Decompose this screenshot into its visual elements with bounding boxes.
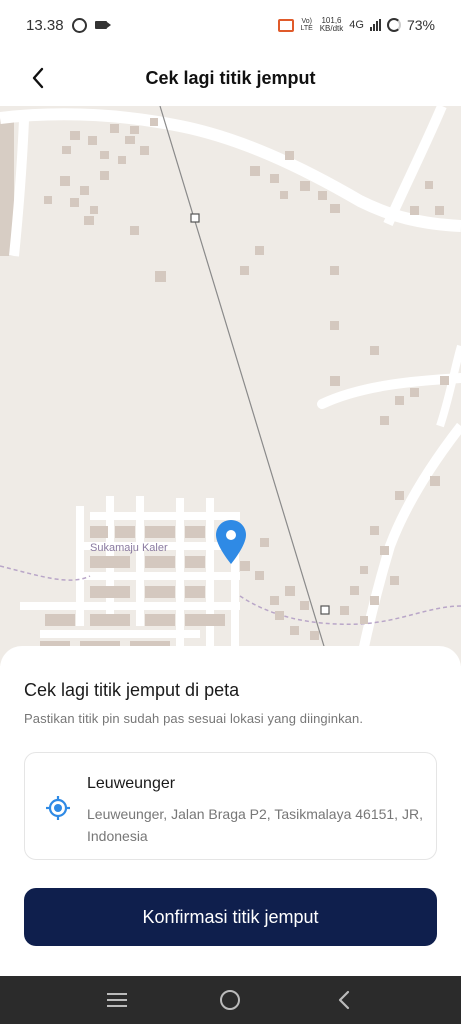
map-canvas: Sukamaju Kaler	[0, 106, 461, 666]
home-circle-icon	[220, 990, 241, 1010]
network-type: 4G	[349, 19, 364, 31]
home-button[interactable]	[206, 980, 254, 1020]
recent-apps-button[interactable]	[93, 980, 141, 1020]
location-address: Leuweunger, Jalan Braga P2, Tasikmalaya …	[87, 806, 423, 844]
net-speed: 101,6 KB/dtk	[320, 17, 344, 33]
page-title: Cek lagi titik jemput	[145, 67, 316, 88]
map-road	[436, 344, 461, 428]
chevron-left-icon	[339, 990, 350, 1010]
menu-icon	[106, 993, 127, 1007]
location-name: Leuweunger	[87, 775, 176, 792]
signal-icon	[369, 19, 381, 31]
map-view[interactable]: Sukamaju Kaler	[0, 106, 461, 666]
status-bar: 13.38 Vo) LTE 101,6 KB/dtk 4G 73%	[0, 0, 461, 50]
net-speed-unit: KB/dtk	[319, 24, 344, 33]
sheet-subtitle: Pastikan titik pin sudah pas sesuai loka…	[24, 711, 364, 726]
gps-target-icon	[46, 796, 70, 820]
cast-icon	[277, 18, 294, 32]
system-nav-bar	[0, 976, 461, 1024]
volte-label: Vo) LTE	[300, 18, 313, 32]
sheet-title: Cek lagi titik jemput di peta	[24, 680, 240, 700]
app-header: Cek lagi titik jemput	[0, 50, 461, 106]
video-camera-icon	[94, 21, 111, 29]
map-road	[9, 119, 29, 257]
map-tower	[190, 213, 200, 223]
whatsapp-icon	[71, 17, 87, 33]
map-tower	[320, 605, 330, 615]
battery-level: 73%	[406, 17, 435, 33]
confirm-pickup-button[interactable]: Konfirmasi titik jemput	[24, 888, 437, 946]
pickup-pin[interactable]	[214, 518, 248, 566]
bottom-sheet: Cek lagi titik jemput di peta Pastikan t…	[0, 646, 461, 976]
location-card[interactable]: Leuweunger Leuweunger, Jalan Braga P2, T…	[24, 752, 437, 860]
map-road	[355, 422, 461, 666]
back-button[interactable]	[20, 60, 56, 96]
status-right: Vo) LTE 101,6 KB/dtk 4G 73%	[277, 17, 435, 33]
status-left: 13.38	[26, 16, 111, 34]
system-back-button[interactable]	[320, 980, 368, 1020]
chevron-left-icon	[32, 67, 44, 89]
location-pin-icon	[216, 520, 246, 564]
map-place-label: Sukamaju Kaler	[90, 542, 168, 554]
status-time: 13.38	[26, 16, 64, 34]
battery-icon	[386, 18, 401, 32]
